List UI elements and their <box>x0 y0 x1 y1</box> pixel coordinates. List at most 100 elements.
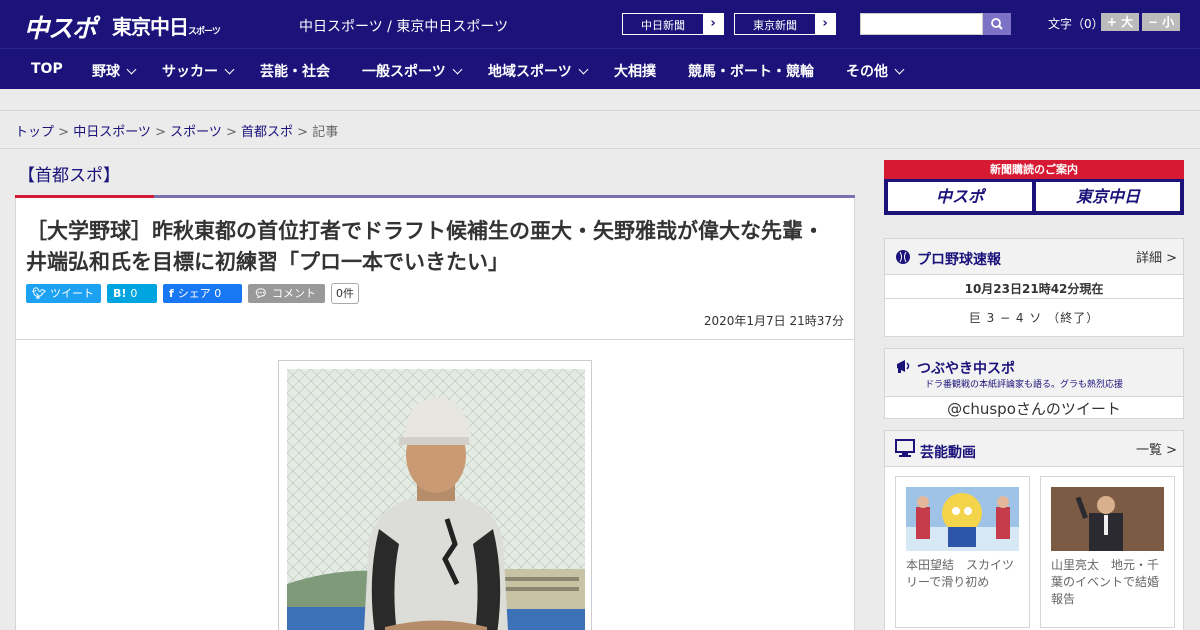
facebook-share-button[interactable]: f シェア 0 <box>163 284 242 303</box>
nav-item-regional-sports[interactable]: 地域スポーツ <box>488 61 589 81</box>
baseball-live-title[interactable]: プロ野球速報 <box>917 249 1001 269</box>
nav-label: 一般スポーツ <box>362 64 446 80</box>
breadcrumb-sep: > <box>54 125 74 140</box>
nav-item-baseball[interactable]: 野球 <box>92 61 137 81</box>
chunichi-shimbun-button[interactable]: 中日新聞 › <box>622 13 724 35</box>
breadcrumb-chunichi-sports[interactable]: 中日スポーツ <box>73 125 151 140</box>
chunichi-shimbun-label: 中日新聞 <box>641 19 685 32</box>
breadcrumb-current: 記事 <box>312 125 339 140</box>
nav-item-soccer[interactable]: サッカー <box>162 61 235 81</box>
site-header: 中スポ 東京中日スポーツ 中日スポーツ / 東京中日スポーツ 中日新聞 › 東京… <box>0 0 1200 48</box>
baseball-update-time: 10月23日21時42分現在 <box>885 275 1183 299</box>
divider <box>0 148 1200 149</box>
site-links: 中日スポーツ / 東京中日スポーツ <box>299 16 508 36</box>
article-photo[interactable] <box>287 369 585 630</box>
video-card[interactable]: 山里亮太 地元・千葉のイベントで結婚報告 <box>1040 476 1175 628</box>
breadcrumb-sep: > <box>221 125 242 140</box>
nav-label: 野球 <box>92 64 120 80</box>
baseball-icon <box>896 250 910 264</box>
videos-title[interactable]: 芸能動画 <box>920 442 976 462</box>
twitter-account-link[interactable]: @chuspoさんのツイート <box>885 397 1183 419</box>
facebook-icon: f <box>169 287 174 300</box>
article-header: ［大学野球］昨秋東都の首位打者でドラフト候補生の亜大・矢野雅哉が偉大な先輩・井端… <box>15 198 855 340</box>
search-input[interactable] <box>860 13 983 35</box>
baseball-score[interactable]: 巨 3 − 4 ソ （終了） <box>885 299 1183 326</box>
nav-item-racing[interactable]: 競馬・ボート・競輪 <box>688 61 814 81</box>
tweet-button[interactable]: 🐦︎ ツイート <box>26 284 101 303</box>
nav-item-entertainment[interactable]: 芸能・社会 <box>260 61 330 81</box>
nav-label: その他 <box>846 64 888 80</box>
font-bigger-button[interactable]: + 大 <box>1101 13 1139 31</box>
video-thumbnail <box>906 487 1019 551</box>
tokyo-shimbun-button[interactable]: 東京新聞 › <box>734 13 836 35</box>
baseball-details-link[interactable]: 詳細 > <box>1136 247 1177 266</box>
breadcrumb-sep: > <box>293 125 313 140</box>
chuspo-logo[interactable]: 中スポ <box>24 9 97 45</box>
font-size-label: 文字（0） <box>1048 17 1104 31</box>
subscription-title[interactable]: 新聞購読のご案内 <box>884 160 1184 179</box>
tokyo-chunichi-logo[interactable]: 東京中日スポーツ <box>112 11 221 40</box>
nav-label: TOP <box>31 61 63 77</box>
chevron-down-icon <box>452 64 463 75</box>
hatena-bookmark-button[interactable]: B! 0 <box>107 284 157 303</box>
breadcrumb: トップ > 中日スポーツ > スポーツ > 首都スポ > 記事 <box>15 121 338 140</box>
chevron-down-icon <box>126 64 137 75</box>
facebook-share-label: シェア 0 <box>177 287 222 300</box>
nav-label: 競馬・ボート・競輪 <box>688 64 814 80</box>
video-thumbnail <box>1051 487 1164 551</box>
comment-button[interactable]: 💬︎ コメント <box>248 284 325 303</box>
tweets-box: つぶやき中スポ ドラ番観戦の本紙評論家も語る。グラも熱烈応援 @chuspoさん… <box>884 348 1184 419</box>
chevron-down-icon <box>224 64 235 75</box>
search-icon <box>991 18 1003 30</box>
twitter-icon: 🐦︎ <box>32 287 46 300</box>
videos-list-link[interactable]: 一覧 > <box>1136 439 1177 458</box>
tokyo-shimbun-label: 東京新聞 <box>753 19 797 32</box>
hatena-icon: B! <box>113 287 127 300</box>
breadcrumb-top[interactable]: トップ <box>15 125 54 140</box>
comment-label: コメント <box>271 287 316 300</box>
nav-label: サッカー <box>162 64 218 80</box>
comment-count: 0件 <box>331 283 359 304</box>
tweets-header: つぶやき中スポ ドラ番観戦の本紙評論家も語る。グラも熱烈応援 <box>885 349 1183 397</box>
baseball-player-photo <box>287 369 585 630</box>
breadcrumb-shuto-spo[interactable]: 首都スポ <box>241 125 293 140</box>
site-link-chunichi-sports[interactable]: 中日スポーツ <box>299 19 383 35</box>
tokyo-logo-sub: スポーツ <box>188 27 221 37</box>
main-nav: TOP 野球 サッカー 芸能・社会 一般スポーツ 地域スポーツ 大相撲 競馬・ボ… <box>0 48 1200 89</box>
nav-item-other[interactable]: その他 <box>846 61 905 81</box>
breadcrumb-sports[interactable]: スポーツ <box>170 125 222 140</box>
chevron-right-icon: › <box>815 14 835 34</box>
entertainment-videos-box: 芸能動画 一覧 > 本田望結 スカイツリーで滑り初め 山里亮太 地元・千葉のイベ… <box>884 430 1184 630</box>
monitor-icon <box>895 439 915 457</box>
tweets-title[interactable]: つぶやき中スポ <box>917 358 1015 378</box>
speech-bubble-icon: 💬︎ <box>254 287 268 300</box>
font-smaller-button[interactable]: − 小 <box>1142 13 1180 31</box>
chevron-down-icon <box>578 64 589 75</box>
article-date: 2020年1月7日 21時37分 <box>703 314 844 328</box>
nav-label: 大相撲 <box>614 64 656 80</box>
nav-label: 芸能・社会 <box>260 64 330 80</box>
subscribe-tokyo-chunichi-button[interactable]: 東京中日 <box>1036 182 1180 211</box>
tokyo-logo-text: 東京中日 <box>112 15 189 39</box>
article-photo-frame <box>278 360 592 630</box>
baseball-live-box: プロ野球速報 詳細 > 10月23日21時42分現在 巨 3 − 4 ソ （終了… <box>884 238 1184 337</box>
video-caption: 山里亮太 地元・千葉のイベントで結婚報告 <box>1051 558 1160 606</box>
video-caption: 本田望結 スカイツリーで滑り初め <box>906 558 1015 589</box>
nav-item-sumo[interactable]: 大相撲 <box>614 61 656 81</box>
nav-item-general-sports[interactable]: 一般スポーツ <box>362 61 463 81</box>
nav-item-top[interactable]: TOP <box>31 61 63 77</box>
article-category[interactable]: 【首都スポ】 <box>18 161 120 186</box>
subscribe-chuspo-button[interactable]: 中スポ <box>888 182 1032 211</box>
video-card[interactable]: 本田望結 スカイツリーで滑り初め <box>895 476 1030 628</box>
chevron-down-icon <box>894 64 905 75</box>
search-button[interactable] <box>983 13 1011 35</box>
baseball-live-header: プロ野球速報 詳細 > <box>885 239 1183 275</box>
nav-label: 地域スポーツ <box>488 64 572 80</box>
subscription-banner: 新聞購読のご案内 中スポ 東京中日 <box>884 160 1184 215</box>
chevron-right-icon: › <box>703 14 723 34</box>
site-link-tokyo-chunichi-sports[interactable]: 東京中日スポーツ <box>396 19 508 35</box>
site-link-separator: / <box>382 19 397 35</box>
article-body <box>15 339 855 630</box>
breadcrumb-sep: > <box>150 125 171 140</box>
tweets-subtitle: ドラ番観戦の本紙評論家も語る。グラも熱烈応援 <box>925 380 1124 390</box>
